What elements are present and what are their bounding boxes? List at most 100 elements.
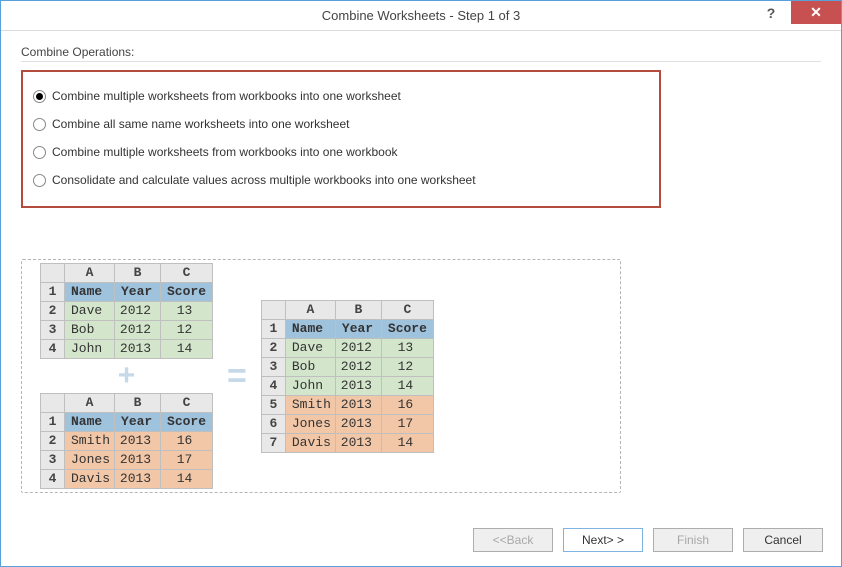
close-icon: ✕ (810, 4, 822, 21)
table-cell: 14 (381, 376, 433, 395)
row-header: 3 (41, 451, 65, 470)
row-header: 1 (261, 319, 285, 338)
col-header: A (285, 300, 335, 319)
preview-left-stack: ABC1NameYearScore2Dave2012133Bob2012124J… (40, 263, 213, 489)
next-button[interactable]: Next> > (563, 528, 643, 552)
preview-area: ABC1NameYearScore2Dave2012133Bob2012124J… (21, 259, 621, 493)
cancel-button[interactable]: Cancel (743, 528, 823, 552)
table-cell: Jones (65, 451, 115, 470)
table-cell: Dave (65, 302, 115, 321)
table-header-cell: Score (161, 413, 213, 432)
row-header: 1 (41, 413, 65, 432)
col-header: C (161, 394, 213, 413)
help-button[interactable]: ? (751, 1, 791, 24)
row-header: 2 (41, 432, 65, 451)
preview-table-combined: ABC 1NameYearScore 2Dave201213 3Bob201212 4J… (261, 300, 434, 453)
operation-option-2[interactable]: Combine multiple worksheets from workboo… (33, 138, 649, 166)
finish-button[interactable]: Finish (653, 528, 733, 552)
table-cell: 2012 (335, 338, 381, 357)
table-cell: 12 (381, 357, 433, 376)
table-cell: 2012 (115, 321, 161, 340)
table-cell: 2013 (115, 432, 161, 451)
table-cell: John (285, 376, 335, 395)
button-row: <<Back Next> > Finish Cancel (473, 528, 823, 552)
table-cell: 12 (161, 321, 213, 340)
table-header-cell: Score (381, 319, 433, 338)
col-header: B (335, 300, 381, 319)
col-header: C (381, 300, 433, 319)
table-cell: 2012 (335, 357, 381, 376)
col-header: B (115, 394, 161, 413)
table-cell: 16 (381, 395, 433, 414)
row-header: 4 (41, 340, 65, 359)
radio-icon (33, 90, 46, 103)
operations-group-label: Combine Operations: (21, 45, 821, 59)
window-title: Combine Worksheets - Step 1 of 3 (322, 8, 520, 23)
table-cell: 17 (381, 414, 433, 433)
titlebar: Combine Worksheets - Step 1 of 3 ? ✕ (1, 1, 841, 31)
row-header: 1 (41, 283, 65, 302)
table-cell: Davis (285, 433, 335, 452)
table-cell: Jones (285, 414, 335, 433)
table-cell: 2013 (115, 451, 161, 470)
divider (21, 61, 821, 62)
col-header: B (115, 264, 161, 283)
table-cell: Smith (285, 395, 335, 414)
table-header-cell: Year (335, 319, 381, 338)
row-header: 7 (261, 433, 285, 452)
table-cell: 2012 (115, 302, 161, 321)
radio-icon (33, 118, 46, 131)
table-cell: John (65, 340, 115, 359)
table-cell: 13 (381, 338, 433, 357)
table-cell: 2013 (335, 376, 381, 395)
col-header: A (65, 394, 115, 413)
table-cell: Bob (285, 357, 335, 376)
close-button[interactable]: ✕ (791, 1, 841, 24)
operation-option-1[interactable]: Combine all same name worksheets into on… (33, 110, 649, 138)
row-header: 6 (261, 414, 285, 433)
table-header-cell: Year (115, 283, 161, 302)
table-header-cell: Name (65, 283, 115, 302)
row-header: 3 (41, 321, 65, 340)
operation-option-label: Combine multiple worksheets from workboo… (52, 145, 398, 159)
table-cell: 2013 (115, 340, 161, 359)
dialog-window: Combine Worksheets - Step 1 of 3 ? ✕ Com… (0, 0, 842, 567)
row-header: 3 (261, 357, 285, 376)
col-header: C (161, 264, 213, 283)
row-header: 4 (41, 470, 65, 489)
table-cell: 2013 (115, 470, 161, 489)
back-button[interactable]: <<Back (473, 528, 553, 552)
table-header-cell: Name (65, 413, 115, 432)
equals-icon: = (227, 359, 247, 393)
preview-table-1: ABC 1NameYearScore 2Dave201213 3Bob201212 4J… (40, 263, 213, 359)
row-header: 2 (261, 338, 285, 357)
preview-result: ABC 1NameYearScore 2Dave201213 3Bob201212 4J… (261, 300, 434, 453)
radio-icon (33, 174, 46, 187)
table-cell: 13 (161, 302, 213, 321)
table-cell: 14 (161, 340, 213, 359)
table-cell: Smith (65, 432, 115, 451)
row-header: 4 (261, 376, 285, 395)
operation-option-0[interactable]: Combine multiple worksheets from workboo… (33, 82, 649, 110)
table-cell: Davis (65, 470, 115, 489)
table-cell: Bob (65, 321, 115, 340)
operation-option-label: Consolidate and calculate values across … (52, 173, 476, 187)
table-cell: 14 (161, 470, 213, 489)
table-cell: 14 (381, 433, 433, 452)
table-cell: 2013 (335, 433, 381, 452)
row-header: 2 (41, 302, 65, 321)
table-cell: 2013 (335, 395, 381, 414)
title-controls: ? ✕ (751, 1, 841, 30)
operations-highlight-box: Combine multiple worksheets from workboo… (21, 70, 661, 208)
radio-icon (33, 146, 46, 159)
operation-option-3[interactable]: Consolidate and calculate values across … (33, 166, 649, 194)
row-header: 5 (261, 395, 285, 414)
table-cell: 17 (161, 451, 213, 470)
table-header-cell: Score (161, 283, 213, 302)
col-header: A (65, 264, 115, 283)
table-cell: Dave (285, 338, 335, 357)
dialog-body: Combine Operations: Combine multiple wor… (1, 31, 841, 566)
operation-option-label: Combine multiple worksheets from workboo… (52, 89, 401, 103)
table-header-cell: Name (285, 319, 335, 338)
table-cell: 16 (161, 432, 213, 451)
